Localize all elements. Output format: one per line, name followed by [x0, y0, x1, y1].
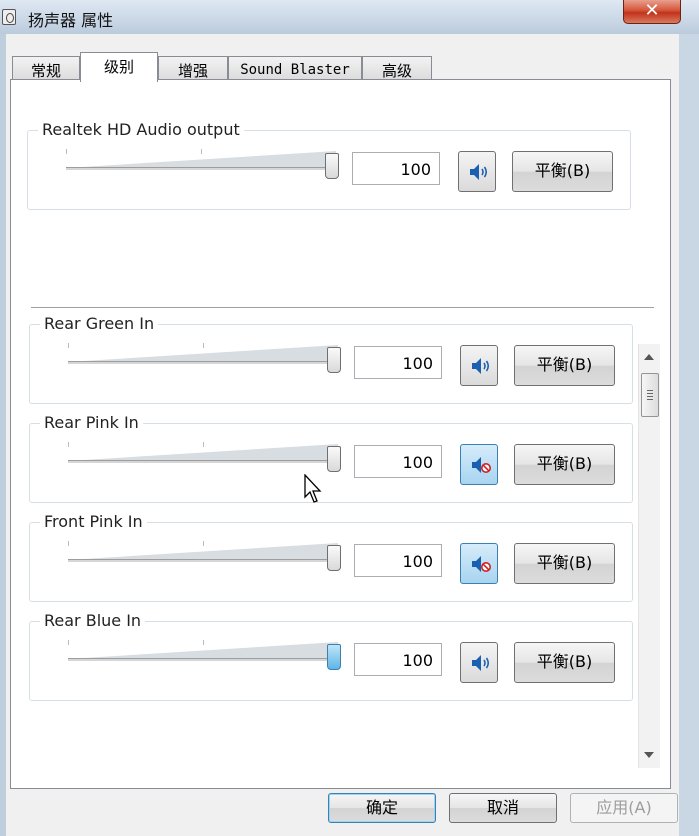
slider-tick: [68, 541, 69, 546]
cancel-button[interactable]: 取消: [449, 793, 557, 823]
speaker-icon: [472, 655, 490, 671]
mute-toggle-button[interactable]: [458, 151, 496, 192]
balance-button[interactable]: 平衡(B): [514, 444, 615, 485]
levels-panel: Realtek HD Audio output 100 平衡(B) Rear G…: [10, 79, 671, 789]
dialog-client-area: 常规 级别 增强 Sound Blaster 高级 Realtek HD Aud…: [6, 34, 679, 836]
input-device-label: Front Pink In: [40, 512, 147, 531]
volume-value-field[interactable]: 100: [354, 346, 442, 379]
slider-tick: [201, 149, 202, 154]
close-button[interactable]: ✕: [623, 0, 681, 24]
mute-toggle-button[interactable]: [460, 543, 498, 584]
window-frame-right: [679, 34, 699, 836]
volume-track: [68, 361, 338, 364]
speaker-muted-icon: [472, 556, 491, 572]
scroll-down-arrow-icon[interactable]: [644, 752, 654, 758]
output-device-label: Realtek HD Audio output: [38, 120, 244, 139]
volume-slider-thumb[interactable]: [327, 347, 341, 373]
output-group: Realtek HD Audio output 100 平衡(B): [27, 120, 631, 210]
slider-tick: [203, 343, 204, 348]
input-group-rear-green: Rear Green In 100 平衡(B): [29, 314, 633, 404]
ok-button[interactable]: 确定: [328, 793, 436, 823]
apply-button[interactable]: 应用(A): [570, 793, 678, 823]
tab-general-label: 常规: [30, 62, 61, 80]
speaker-icon: [470, 164, 488, 180]
tab-advanced[interactable]: 高级: [362, 56, 432, 80]
scroll-up-arrow-icon[interactable]: [644, 354, 654, 360]
input-group-front-pink: Front Pink In 100 平衡(B): [29, 512, 633, 602]
balance-button[interactable]: 平衡(B): [514, 345, 615, 386]
section-divider: [31, 307, 654, 309]
slider-tick: [203, 541, 204, 546]
slider-tick: [203, 442, 204, 447]
volume-slider-thumb[interactable]: [327, 545, 341, 571]
window-title: 扬声器 属性: [28, 11, 114, 30]
scrollbar-thumb[interactable]: [641, 373, 659, 417]
tab-levels[interactable]: 级别: [80, 52, 158, 82]
balance-button[interactable]: 平衡(B): [512, 151, 613, 192]
grip-line: [647, 399, 653, 400]
slider-tick: [68, 640, 69, 645]
speaker-icon: [472, 358, 490, 374]
mute-toggle-button[interactable]: [460, 444, 498, 485]
tab-advanced-label: 高级: [381, 62, 412, 80]
title-bar[interactable]: 扬声器 属性 ✕: [0, 0, 699, 34]
input-group-rear-pink: Rear Pink In 100 平衡(B): [29, 413, 633, 503]
mouse-cursor-icon: [304, 474, 322, 503]
vertical-scrollbar[interactable]: [638, 344, 660, 768]
grip-line: [647, 393, 653, 394]
tab-sound-blaster-label: Sound Blaster: [240, 62, 350, 78]
volume-value-field[interactable]: 100: [354, 643, 442, 676]
volume-slider-thumb[interactable]: [327, 644, 341, 670]
tab-sound-blaster[interactable]: Sound Blaster: [228, 56, 362, 80]
volume-slider-thumb[interactable]: [325, 153, 339, 179]
slider-tick: [68, 343, 69, 348]
volume-value-field[interactable]: 100: [354, 445, 442, 478]
volume-value-field[interactable]: 100: [354, 544, 442, 577]
volume-track: [68, 658, 338, 661]
tab-enhancements[interactable]: 增强: [158, 56, 228, 80]
volume-track: [66, 167, 336, 170]
input-device-label: Rear Pink In: [40, 413, 143, 432]
input-device-label: Rear Blue In: [40, 611, 146, 630]
volume-track: [68, 460, 338, 463]
grip-line: [647, 396, 653, 397]
tab-levels-label: 级别: [103, 58, 134, 76]
volume-value-field[interactable]: 100: [352, 152, 440, 185]
balance-button[interactable]: 平衡(B): [514, 642, 615, 683]
volume-track: [68, 559, 338, 562]
input-device-label: Rear Green In: [40, 314, 159, 333]
grip-line: [647, 390, 653, 391]
input-group-rear-blue: Rear Blue In 100 平衡(B): [29, 611, 633, 701]
volume-slider-thumb[interactable]: [327, 446, 341, 472]
mute-toggle-button[interactable]: [460, 642, 498, 683]
balance-button[interactable]: 平衡(B): [514, 543, 615, 584]
tab-enhancements-label: 增强: [177, 62, 208, 80]
slider-tick: [68, 442, 69, 447]
speaker-muted-icon: [472, 457, 491, 473]
tab-general[interactable]: 常规: [12, 56, 80, 80]
speaker-properties-icon: [2, 9, 16, 25]
slider-tick: [203, 640, 204, 645]
mute-toggle-button[interactable]: [460, 345, 498, 386]
slider-tick: [66, 149, 67, 154]
